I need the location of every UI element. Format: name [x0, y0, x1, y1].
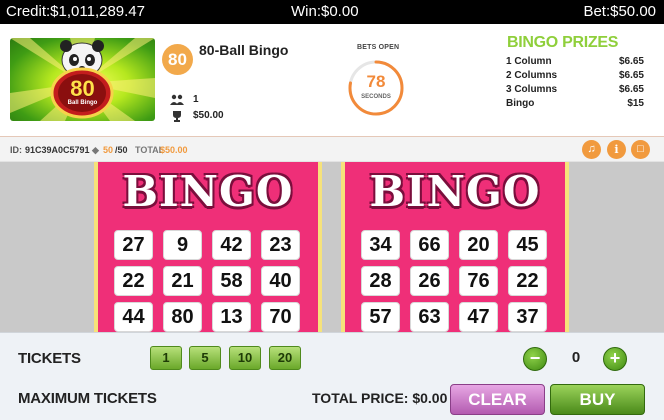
countdown-unit: SECONDS [361, 94, 391, 100]
id-label: ID: [10, 145, 22, 155]
jackpot-value: $50.00 [193, 110, 224, 121]
card-number: 22 [114, 266, 153, 296]
countdown-seconds: 78 [366, 72, 386, 91]
card-title: BINGO [369, 167, 541, 216]
bingo-card[interactable]: BINGO 27 9 42 23 22 21 58 40 44 80 13 70 [94, 162, 322, 332]
prize-row: 3 Columns $6.65 [506, 84, 644, 95]
logo-caption: Ball Bingo [67, 100, 98, 106]
logo-number: 80 [70, 76, 95, 101]
card-number: 40 [261, 266, 300, 296]
purchase-panel: TICKETS 1 5 10 20 − 0 + MAXIMUM TICKETS … [0, 332, 664, 420]
minus-icon[interactable]: − [523, 347, 547, 371]
ticket-count: 0 [571, 349, 581, 366]
total-price: TOTAL PRICE: $0.00 [312, 390, 448, 406]
tickets-max: /50 [115, 145, 128, 155]
card-number: 34 [361, 230, 400, 260]
card-number: 42 [212, 230, 251, 260]
card-title: BINGO [122, 167, 294, 216]
card-number: 45 [508, 230, 547, 260]
card-number: 26 [410, 266, 449, 296]
credit-balance: Credit:$1,011,289.47 [6, 3, 145, 20]
card-number: 13 [212, 302, 251, 332]
chat-icon[interactable]: □ [631, 140, 650, 159]
card-number: 80 [163, 302, 202, 332]
top-status-bar: Credit:$1,011,289.47 Win:$0.00 Bet:$50.0… [0, 0, 664, 24]
prize-row: Bingo $15 [506, 98, 644, 109]
tickets-bought: 50 [103, 145, 114, 155]
quick-pick-5-button[interactable]: 5 [189, 346, 221, 370]
bets-status: BETS OPEN [357, 44, 400, 51]
info-icon[interactable]: i [607, 140, 626, 159]
card-number: 63 [410, 302, 449, 332]
room-header: 80 Ball Bingo 80 80-Ball Bingo 1 $50.00 … [0, 24, 664, 136]
card-number: 21 [163, 266, 202, 296]
card-number: 28 [361, 266, 400, 296]
quick-pick-10-button[interactable]: 10 [229, 346, 261, 370]
card-number: 37 [508, 302, 547, 332]
total-value: $50.00 [160, 145, 188, 155]
quick-pick-1-button[interactable]: 1 [150, 346, 182, 370]
plus-icon[interactable]: + [603, 347, 627, 371]
buy-button[interactable]: BUY [550, 384, 645, 415]
player-count: 1 [193, 94, 199, 105]
bingo-cards-area[interactable]: BINGO 27 9 42 23 22 21 58 40 44 80 13 70… [0, 162, 664, 332]
players-icon [170, 94, 184, 106]
tickets-label: TICKETS [18, 350, 81, 367]
prize-row: 2 Columns $6.65 [506, 70, 644, 81]
card-number: 9 [163, 230, 202, 260]
id-value: 91C39A0C5791 [25, 145, 90, 155]
card-number: 23 [261, 230, 300, 260]
game-logo: 80 Ball Bingo [10, 38, 155, 121]
ticket-info-strip: ID: 91C39A0C5791 ◆ 50 /50 TOTAL $50.00 [0, 136, 664, 162]
bet-amount: Bet:$50.00 [583, 3, 656, 20]
trophy-icon [170, 110, 184, 122]
card-number: 22 [508, 266, 547, 296]
card-number: 66 [410, 230, 449, 260]
bingo-card[interactable]: BINGO 34 66 20 45 28 26 76 22 57 63 47 3… [341, 162, 569, 332]
card-number: 27 [114, 230, 153, 260]
prize-row: 1 Column $6.65 [506, 56, 644, 67]
win-amount: Win:$0.00 [291, 3, 359, 20]
prizes-title: BINGO PRIZES [507, 34, 619, 51]
card-number: 76 [459, 266, 498, 296]
card-number: 58 [212, 266, 251, 296]
card-number: 70 [261, 302, 300, 332]
game-title: 80-Ball Bingo [199, 42, 289, 58]
sound-icon[interactable]: ♫ [582, 140, 601, 159]
card-number: 57 [361, 302, 400, 332]
card-number: 44 [114, 302, 153, 332]
card-number: 20 [459, 230, 498, 260]
room-badge: 80 [162, 44, 193, 75]
clear-button[interactable]: CLEAR [450, 384, 545, 415]
ticket-icon: ◆ [92, 145, 99, 155]
max-tickets-label: MAXIMUM TICKETS [18, 390, 157, 407]
card-number: 47 [459, 302, 498, 332]
quick-pick-20-button[interactable]: 20 [269, 346, 301, 370]
